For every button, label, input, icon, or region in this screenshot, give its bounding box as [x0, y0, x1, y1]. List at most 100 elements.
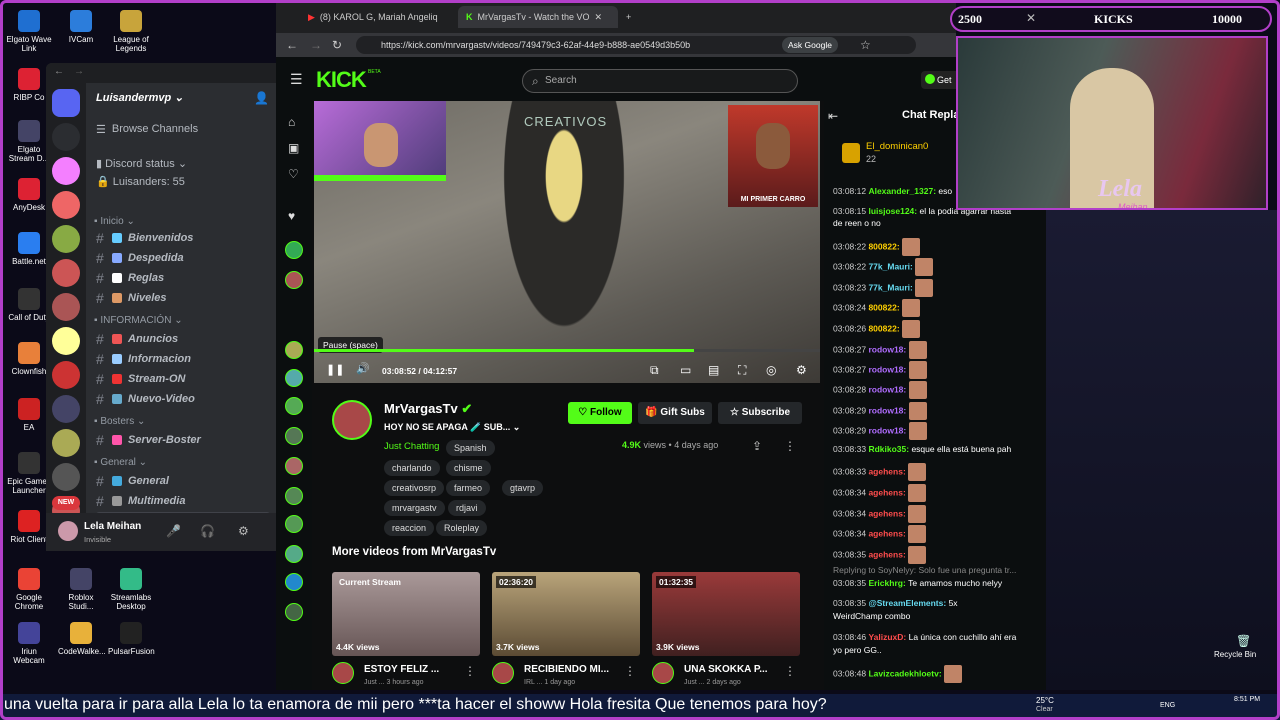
- channel-item[interactable]: # Reglas: [96, 269, 270, 287]
- followed-channel-avatar[interactable]: [285, 241, 303, 259]
- pause-icon[interactable]: ❚❚: [326, 363, 344, 376]
- followed-channel-avatar[interactable]: [285, 397, 303, 415]
- channel-category[interactable]: ▪ INFORMACIÓN ⌄: [94, 315, 183, 326]
- recycle-bin-icon[interactable]: 🗑: [1236, 634, 1251, 648]
- video-channel-avatar[interactable]: [652, 662, 674, 684]
- chat-username[interactable]: agehens:: [868, 487, 908, 497]
- video-thumbnail[interactable]: 02:36:20 3.7K views: [492, 572, 640, 656]
- video-title[interactable]: RECIBIENDO MI...: [524, 664, 609, 675]
- more-options-icon[interactable]: ⋮: [784, 439, 796, 453]
- channel-item[interactable]: # Nuevo-Video: [96, 390, 270, 408]
- close-tab-icon[interactable]: ✕: [595, 12, 603, 23]
- video-channel-avatar[interactable]: [332, 662, 354, 684]
- chat-username[interactable]: agehens:: [868, 549, 908, 559]
- fullscreen-icon[interactable]: ⛶: [738, 363, 746, 378]
- server-icon[interactable]: [52, 259, 80, 287]
- tag-chip[interactable]: farmeo: [446, 480, 491, 496]
- channel-item[interactable]: # Anuncios: [96, 330, 270, 348]
- pip-icon[interactable]: ▤: [708, 363, 719, 377]
- channel-item[interactable]: # Server-Boster: [96, 431, 270, 449]
- chat-username[interactable]: luisjose124:: [868, 206, 919, 216]
- video-more-icon[interactable]: ⋮: [624, 664, 636, 678]
- gift-subs-button[interactable]: 🎁 Gift Subs: [638, 402, 712, 424]
- add-member-icon[interactable]: 👤: [254, 91, 269, 105]
- desktop-icon[interactable]: League of Legends: [108, 10, 154, 53]
- desktop-icon[interactable]: CodeWalke...: [58, 622, 106, 656]
- chat-username[interactable]: agehens:: [868, 528, 908, 538]
- video-more-icon[interactable]: ⋮: [784, 664, 796, 678]
- tag-chip[interactable]: Roleplay: [436, 520, 488, 536]
- tag-chip[interactable]: creativosrp: [384, 480, 445, 496]
- chat-username[interactable]: Alexander_1327:: [868, 186, 938, 196]
- followed-channel-avatar[interactable]: [285, 271, 303, 289]
- channel-item[interactable]: # Niveles: [96, 289, 270, 307]
- desktop-icon[interactable]: Roblox Studi...: [58, 568, 104, 611]
- channel-name[interactable]: MrVargasTv ✔: [384, 401, 472, 417]
- follow-button[interactable]: ♡ Follow: [568, 402, 632, 424]
- followed-channel-avatar[interactable]: [285, 457, 303, 475]
- kick-logo[interactable]: KICK: [316, 67, 367, 93]
- followed-channel-avatar[interactable]: [285, 603, 303, 621]
- tag-chip[interactable]: charlando: [384, 460, 440, 476]
- video-title[interactable]: UNA SKOKKA P...: [684, 664, 768, 675]
- chat-username[interactable]: 77k_Mauri:: [868, 261, 915, 271]
- heart-icon[interactable]: ♥: [288, 209, 295, 223]
- following-icon[interactable]: ♡: [288, 167, 299, 181]
- tag-chip[interactable]: gtavrp: [502, 480, 544, 496]
- server-name[interactable]: Luisandermvp ⌄: [96, 91, 183, 104]
- ask-google-button[interactable]: Ask Google: [782, 37, 838, 53]
- channel-item[interactable]: # Stream-ON: [96, 370, 270, 388]
- server-icon[interactable]: [52, 361, 80, 389]
- chat-username[interactable]: rodow18:: [868, 384, 908, 394]
- server-icon[interactable]: [52, 463, 80, 491]
- desktop-icon[interactable]: PulsarFusion: [108, 622, 155, 656]
- back-arrow-icon[interactable]: ←: [54, 66, 64, 77]
- chat-username[interactable]: @StreamElements:: [868, 598, 948, 608]
- desktop-icon[interactable]: IVCam: [58, 10, 104, 44]
- channel-item[interactable]: # Multimedia: [96, 492, 270, 510]
- followed-channel-avatar[interactable]: [285, 515, 303, 533]
- volume-icon[interactable]: 🔊: [356, 362, 370, 375]
- video-more-icon[interactable]: ⋮: [464, 664, 476, 678]
- user-avatar[interactable]: [58, 521, 78, 541]
- desktop-icon[interactable]: Iriun Webcam: [6, 622, 52, 665]
- headset-icon[interactable]: 🎧: [200, 524, 215, 538]
- subscribe-button[interactable]: ☆ Subscribe: [718, 402, 802, 424]
- followed-channel-avatar[interactable]: [285, 427, 303, 445]
- chat-username[interactable]: Erickhrg:: [868, 578, 908, 588]
- followed-channel-avatar[interactable]: [285, 487, 303, 505]
- chat-username[interactable]: Lavizcadekhloetv:: [868, 668, 944, 678]
- home-icon[interactable]: ⌂: [288, 115, 295, 129]
- tag-chip[interactable]: rdjavi: [448, 500, 486, 516]
- tag-chip[interactable]: chisme: [446, 460, 491, 476]
- desktop-icon[interactable]: Elgato Wave Link: [6, 10, 52, 53]
- pinned-user[interactable]: El_dominican0: [866, 141, 928, 152]
- server-icon[interactable]: [52, 89, 80, 117]
- collapse-chat-icon[interactable]: ⇤: [828, 109, 838, 123]
- chat-username[interactable]: agehens:: [868, 466, 908, 476]
- language-chip[interactable]: Spanish: [446, 440, 495, 456]
- channel-avatar[interactable]: [332, 400, 372, 440]
- server-icon[interactable]: [52, 293, 80, 321]
- channel-category[interactable]: ▪ Inicio ⌄: [94, 216, 135, 227]
- channel-item[interactable]: # General: [96, 472, 270, 490]
- video-player[interactable]: CREATIVOS MI PRIMER CARRO Pause (space) …: [314, 101, 820, 383]
- server-icon[interactable]: [52, 429, 80, 457]
- mic-icon[interactable]: 🎤: [166, 524, 181, 538]
- tab-youtube[interactable]: ▶ (8) KAROL G, Mariah Angeliq: [300, 6, 450, 28]
- forward-arrow-icon[interactable]: →: [74, 66, 84, 77]
- channel-item[interactable]: # Informacion: [96, 350, 270, 368]
- chat-username[interactable]: rodow18:: [868, 405, 908, 415]
- server-icon[interactable]: [52, 123, 80, 151]
- server-icon[interactable]: [52, 327, 80, 355]
- tag-chip[interactable]: mrvargastv: [384, 500, 445, 516]
- followed-channel-avatar[interactable]: [285, 341, 303, 359]
- chat-username[interactable]: rodow18:: [868, 364, 908, 374]
- chat-username[interactable]: 800822:: [868, 241, 902, 251]
- chat-username[interactable]: 77k_Mauri:: [868, 282, 915, 292]
- bookmark-star-icon[interactable]: ☆: [860, 38, 871, 52]
- search-box[interactable]: ⌕ Search: [522, 69, 798, 93]
- tag-chip[interactable]: reaccion: [384, 520, 435, 536]
- video-thumbnail[interactable]: Current Stream 4.4K views: [332, 572, 480, 656]
- server-icon[interactable]: [52, 191, 80, 219]
